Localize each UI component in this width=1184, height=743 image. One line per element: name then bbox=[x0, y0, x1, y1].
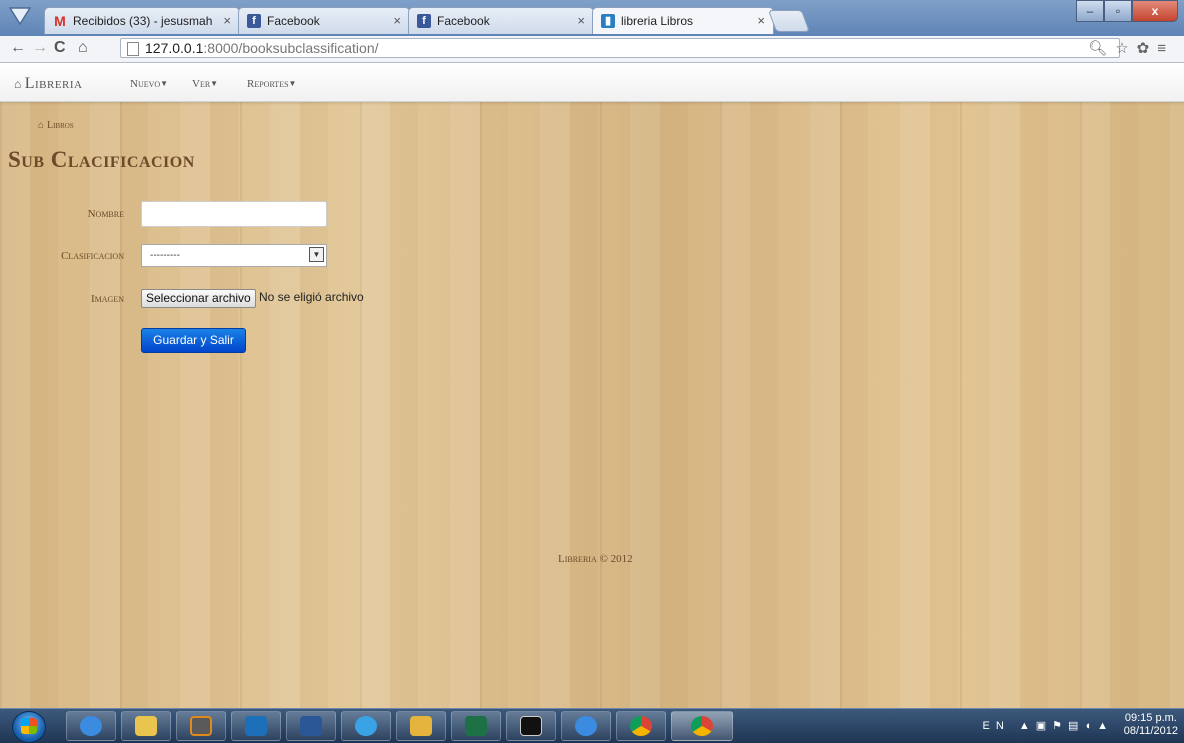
language-indicator[interactable]: EN bbox=[983, 720, 1010, 732]
clasificacion-select[interactable]: --------- ▼ bbox=[141, 244, 327, 267]
clock-date: 08/11/2012 bbox=[1123, 725, 1178, 737]
page-icon bbox=[127, 42, 139, 56]
clasificacion-value: --------- bbox=[150, 250, 180, 261]
nombre-input[interactable] bbox=[141, 201, 327, 227]
taskbar-word-icon[interactable] bbox=[286, 711, 336, 741]
address-bar[interactable]: 127.0.0.1:8000/booksubclassification/ bbox=[120, 38, 1120, 58]
menu-ver[interactable]: Ver▼ bbox=[192, 78, 218, 90]
bookmark-star-icon[interactable]: ☆ bbox=[1115, 40, 1136, 57]
close-window-button[interactable]: x bbox=[1132, 0, 1178, 22]
taskbar-ie-edge-icon[interactable] bbox=[341, 711, 391, 741]
clock[interactable]: 09:15 p.m. 08/11/2012 bbox=[1124, 712, 1178, 738]
tab-label: libreria Libros bbox=[621, 14, 694, 28]
tray-app-icon[interactable]: ▣ bbox=[1036, 720, 1052, 732]
tab-facebook-2[interactable]: f Facebook × bbox=[408, 7, 594, 34]
gmail-favicon-icon: M bbox=[54, 13, 66, 29]
chrome-menu-logo-icon[interactable] bbox=[8, 4, 32, 28]
breadcrumb-label: Libros bbox=[47, 120, 74, 131]
taskbar-chrome-icon[interactable] bbox=[616, 711, 666, 741]
page-title: Sub Clacificacion bbox=[8, 147, 195, 172]
tab-close-icon[interactable]: × bbox=[223, 13, 231, 28]
action-center-flag-icon[interactable]: ⚑ bbox=[1052, 720, 1068, 732]
reload-icon[interactable]: C bbox=[54, 39, 66, 57]
brand-link[interactable]: ⌂ Libreria bbox=[14, 75, 82, 93]
caret-down-icon: ▼ bbox=[160, 79, 169, 88]
start-button[interactable] bbox=[12, 711, 46, 743]
maximize-button[interactable]: ▫ bbox=[1104, 0, 1132, 22]
tab-gmail[interactable]: M Recibidos (33) - jesusmah × bbox=[44, 7, 240, 34]
taskbar-ie-icon-2[interactable] bbox=[561, 711, 611, 741]
tab-label: Facebook bbox=[437, 14, 490, 28]
select-arrow-icon[interactable]: ▼ bbox=[309, 247, 324, 262]
tab-label: Recibidos (33) - jesusmah bbox=[73, 14, 213, 28]
page-content: ⌂ Libreria Nuevo▼ Ver▼ Reportes▼ ⌂ Libros … bbox=[0, 63, 1184, 708]
taskbar-folder-icon[interactable] bbox=[396, 711, 446, 741]
network-icon[interactable]: ▤ bbox=[1068, 720, 1084, 732]
save-and-exit-button[interactable]: Guardar y Salir bbox=[141, 328, 246, 353]
brand-label: Libreria bbox=[24, 75, 83, 92]
tab-facebook-1[interactable]: f Facebook × bbox=[238, 7, 410, 34]
home-icon: ⌂ bbox=[38, 120, 45, 131]
clock-time: 09:15 p.m. bbox=[1124, 712, 1177, 724]
nombre-label: Nombre bbox=[87, 208, 124, 220]
drive-icon[interactable]: ▲ bbox=[1097, 720, 1114, 732]
tray-expand-icon[interactable]: ▲ bbox=[1019, 720, 1036, 732]
back-arrow-icon[interactable]: ← bbox=[10, 39, 26, 57]
taskbar-chrome-canary-icon[interactable] bbox=[671, 711, 733, 741]
tab-label: Facebook bbox=[267, 14, 320, 28]
tab-close-icon[interactable]: × bbox=[577, 13, 585, 28]
facebook-favicon-icon: f bbox=[417, 14, 431, 28]
volume-icon[interactable]: ◖ bbox=[1084, 720, 1097, 732]
zoom-icon[interactable]: 🔍︎ bbox=[1088, 40, 1115, 57]
menu-label: Ver bbox=[192, 78, 211, 90]
minimize-button[interactable]: – bbox=[1076, 0, 1104, 22]
facebook-favicon-icon: f bbox=[247, 14, 261, 28]
choose-file-button[interactable]: Seleccionar archivo bbox=[141, 289, 256, 308]
caret-down-icon: ▼ bbox=[210, 79, 219, 88]
new-tab-button[interactable] bbox=[767, 10, 811, 32]
taskbar-ie-icon[interactable] bbox=[66, 711, 116, 741]
window-controls: – ▫ x bbox=[1076, 0, 1178, 22]
taskbar-media-icon[interactable] bbox=[231, 711, 281, 741]
extension-icon[interactable]: ✿ bbox=[1137, 40, 1158, 57]
clasificacion-label: Clasificacion bbox=[61, 250, 124, 262]
file-status: No se eligió archivo bbox=[259, 290, 364, 304]
home-icon[interactable]: ⌂ bbox=[78, 39, 88, 57]
site-navbar: ⌂ Libreria Nuevo▼ Ver▼ Reportes▼ bbox=[0, 63, 1184, 102]
taskbar-excel-icon[interactable] bbox=[451, 711, 501, 741]
forward-arrow-icon[interactable]: → bbox=[32, 39, 48, 57]
tab-close-icon[interactable]: × bbox=[757, 13, 765, 28]
breadcrumb[interactable]: ⌂ Libros bbox=[38, 120, 74, 131]
menu-nuevo[interactable]: Nuevo▼ bbox=[130, 78, 168, 90]
windows-taskbar: EN ▲▣⚑▤◖▲ 09:15 p.m. 08/11/2012 bbox=[0, 708, 1184, 743]
menu-label: Nuevo bbox=[130, 78, 161, 90]
imagen-label: Imagen bbox=[91, 293, 124, 305]
taskbar-sublime-icon[interactable] bbox=[176, 711, 226, 741]
browser-toolbar: ← → C ⌂ 127.0.0.1:8000/booksubclassifica… bbox=[0, 36, 1184, 63]
menu-reportes[interactable]: Reportes▼ bbox=[247, 78, 296, 90]
menu-label: Reportes bbox=[247, 78, 289, 90]
taskbar-explorer-icon[interactable] bbox=[121, 711, 171, 741]
tab-close-icon[interactable]: × bbox=[393, 13, 401, 28]
caret-down-icon: ▼ bbox=[288, 79, 297, 88]
url-path: :8000/booksubclassification/ bbox=[203, 40, 379, 56]
tab-libreria-active[interactable]: ▮ libreria Libros × bbox=[592, 7, 774, 34]
toolbar-actions: 🔍︎☆✿≡ bbox=[1088, 39, 1174, 57]
browser-tab-strip: M Recibidos (33) - jesusmah × f Facebook… bbox=[0, 0, 1184, 36]
footer-text: Libreria © 2012 bbox=[558, 553, 633, 565]
chrome-menu-icon[interactable]: ≡ bbox=[1157, 40, 1174, 57]
taskbar-cmd-icon[interactable] bbox=[506, 711, 556, 741]
url-host: 127.0.0.1 bbox=[145, 40, 204, 56]
windows-logo-icon bbox=[21, 718, 37, 734]
home-icon: ⌂ bbox=[14, 77, 22, 91]
system-tray: EN ▲▣⚑▤◖▲ bbox=[983, 719, 1114, 732]
libreria-favicon-icon: ▮ bbox=[601, 14, 615, 28]
